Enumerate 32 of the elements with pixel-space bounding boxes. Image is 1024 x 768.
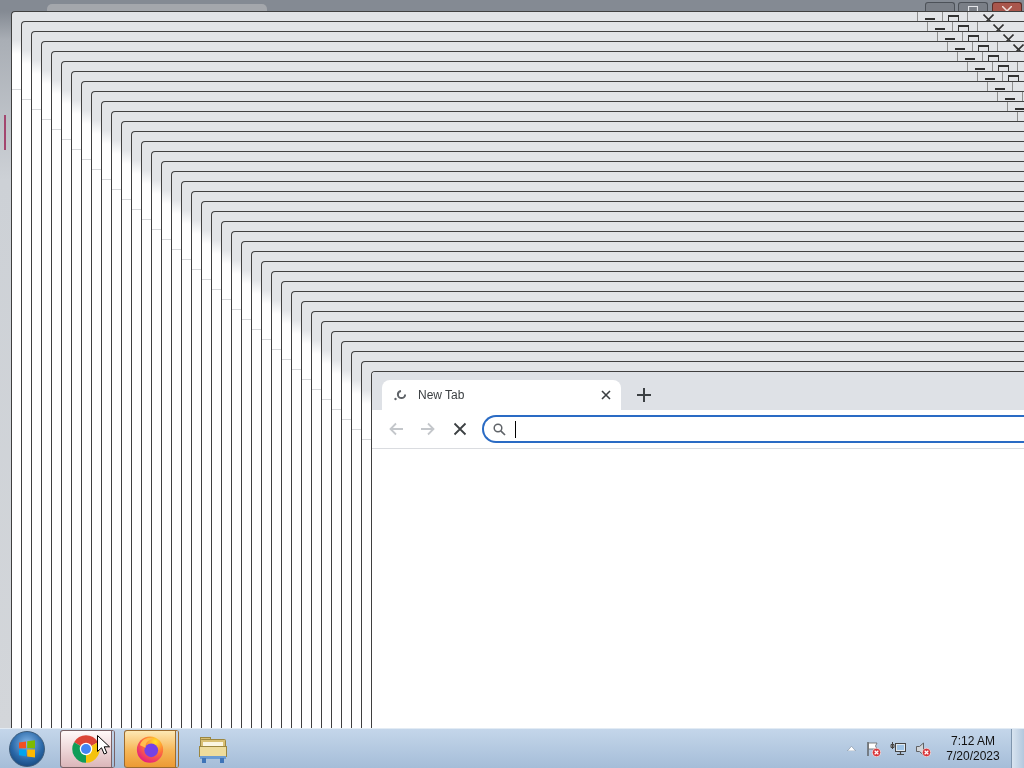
- close-icon[interactable]: [993, 24, 1004, 31]
- windows-logo-icon: [18, 739, 36, 758]
- start-button[interactable]: [9, 730, 45, 767]
- folder-icon: [197, 734, 229, 763]
- close-icon[interactable]: [1013, 44, 1024, 51]
- maximize-icon[interactable]: [1008, 75, 1019, 81]
- search-icon: [493, 422, 506, 436]
- speaker-icon[interactable]: [915, 740, 931, 757]
- maximize-icon: [968, 6, 978, 11]
- chrome-icon: [71, 733, 101, 764]
- address-bar[interactable]: [482, 415, 1024, 443]
- taskbar-button[interactable]: [124, 729, 179, 768]
- close-icon[interactable]: [983, 14, 994, 21]
- maximize-icon[interactable]: [998, 65, 1009, 71]
- close-icon: [1002, 6, 1012, 11]
- clock-date[interactable]: 7/20/2023: [946, 748, 1000, 764]
- text-cursor-icon: [515, 420, 516, 438]
- maximize-icon[interactable]: [978, 45, 989, 51]
- tab[interactable]: New Tab: [382, 380, 621, 410]
- stop-icon[interactable]: [452, 421, 468, 437]
- flag-icon[interactable]: [865, 740, 881, 757]
- clock-time[interactable]: 7:12 AM: [951, 733, 995, 749]
- maximize-icon[interactable]: [988, 55, 999, 61]
- close-icon[interactable]: [1003, 34, 1014, 41]
- close-icon[interactable]: [601, 390, 611, 400]
- maximize-icon[interactable]: [948, 15, 959, 21]
- plus-icon[interactable]: [637, 388, 651, 402]
- taskbar-button[interactable]: [60, 729, 115, 768]
- maximize-icon[interactable]: [958, 25, 969, 31]
- network-icon[interactable]: [890, 740, 906, 757]
- maximize-icon[interactable]: [968, 35, 979, 41]
- mouse-pointer-icon: [97, 735, 110, 755]
